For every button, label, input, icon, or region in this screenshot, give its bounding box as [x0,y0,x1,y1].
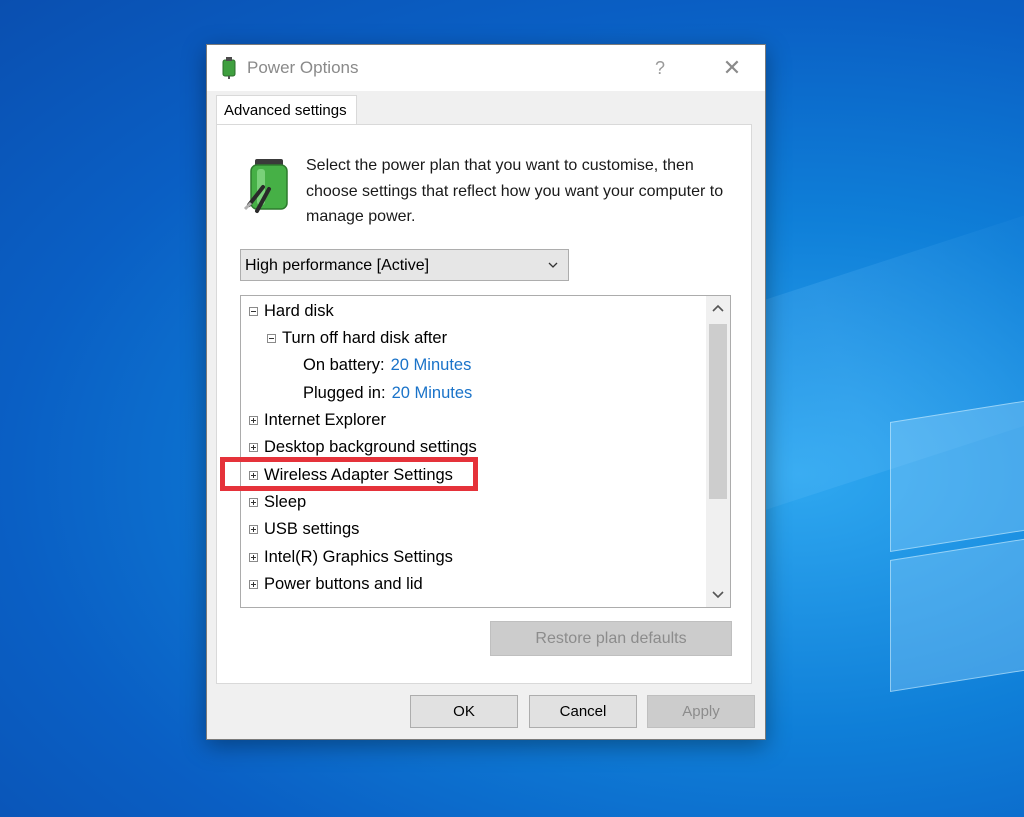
tab-advanced-settings[interactable]: Advanced settings [216,95,357,124]
expand-icon[interactable] [249,552,258,562]
tree-item-label: Power buttons and lid [264,574,423,593]
tree-item-usb-settings[interactable]: USB settings [249,516,359,542]
tree-item-on-battery: On battery: 20 Minutes [303,352,471,378]
highlight-annotation [220,457,478,491]
tree-item-power-buttons[interactable]: Power buttons and lid [249,571,423,597]
help-button[interactable]: ? [637,45,683,91]
vertical-scrollbar[interactable] [706,296,730,607]
expand-icon[interactable] [249,497,258,507]
cancel-button[interactable]: Cancel [529,695,637,728]
power-plan-value: High performance [Active] [245,257,430,274]
windows-logo-pane-top [890,397,1024,553]
tree-item-label: Desktop background settings [264,437,477,456]
plugged-in-value-link[interactable]: 20 Minutes [392,384,473,403]
power-plan-dropdown[interactable]: High performance [Active] [240,249,569,281]
windows-logo-pane-bottom [890,535,1024,693]
title-bar[interactable]: Power Options ? ✕ [207,45,765,91]
tree-item-turn-off-hard-disk[interactable]: Turn off hard disk after [267,325,447,351]
battery-plug-icon [243,159,288,213]
tree-item-intel-graphics[interactable]: Intel(R) Graphics Settings [249,544,453,570]
advanced-settings-panel: Select the power plan that you want to c… [216,124,752,684]
expand-icon[interactable] [249,579,258,589]
tree-item-label: Plugged in: [303,383,386,402]
tree-item-label: Internet Explorer [264,410,386,429]
scrollbar-thumb[interactable] [709,324,727,499]
tree-item-plugged-in: Plugged in: 20 Minutes [303,380,472,406]
tree-item-label: Intel(R) Graphics Settings [264,547,453,566]
tree-item-label: Turn off hard disk after [282,328,448,347]
power-options-dialog: Power Options ? ✕ Advanced settings Sele… [206,44,766,740]
windows-logo [868,370,1024,710]
tree-item-label: Hard disk [264,301,334,320]
on-battery-value-link[interactable]: 20 Minutes [391,356,472,375]
collapse-icon[interactable] [267,333,276,343]
settings-tree[interactable]: Hard disk Turn off hard disk after On ba… [240,295,731,608]
tree-item-hard-disk[interactable]: Hard disk [249,298,334,324]
tree-item-internet-explorer[interactable]: Internet Explorer [249,407,386,433]
chevron-up-icon[interactable] [706,296,730,322]
intro-description: Select the power plan that you want to c… [306,157,724,225]
power-options-icon [222,57,236,79]
tree-item-label: USB settings [264,519,360,538]
expand-icon[interactable] [249,524,258,534]
expand-icon[interactable] [249,415,258,425]
window-title: Power Options [247,58,359,77]
tree-item-sleep[interactable]: Sleep [249,489,306,515]
tree-item-label: Sleep [264,492,307,511]
expand-icon[interactable] [249,442,258,452]
close-button[interactable]: ✕ [707,45,757,91]
tree-item-label: On battery: [303,355,385,374]
ok-button[interactable]: OK [410,695,518,728]
apply-button[interactable]: Apply [647,695,755,728]
collapse-icon[interactable] [249,306,258,316]
chevron-down-icon [548,262,558,268]
restore-plan-defaults-button[interactable]: Restore plan defaults [490,621,732,656]
chevron-down-icon[interactable] [706,581,730,607]
